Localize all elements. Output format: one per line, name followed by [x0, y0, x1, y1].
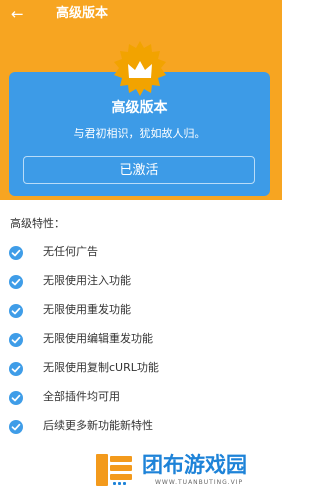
feature-item: 无限使用编辑重发功能 [0, 325, 282, 354]
page-title: 高级版本 [56, 6, 109, 21]
premium-card-subtitle: 与君初相识，犹如故人归。 [73, 127, 206, 140]
check-circle-icon [9, 420, 23, 434]
feature-label: 无限使用注入功能 [43, 274, 131, 287]
activated-button[interactable]: 已激活 [23, 156, 255, 184]
feature-label: 无限使用复制cURL功能 [43, 361, 159, 374]
features-list: 无任何广告 无限使用注入功能 无限使用重发功能 无限使用编辑重发功能 无限使用复… [0, 238, 282, 441]
feature-item: 无任何广告 [0, 238, 282, 267]
check-circle-icon [9, 304, 23, 318]
feature-item: 无限使用重发功能 [0, 296, 282, 325]
back-arrow-icon[interactable]: ← [11, 5, 24, 23]
check-circle-icon [9, 391, 23, 405]
feature-label: 无限使用重发功能 [43, 303, 131, 316]
feature-label: 无限使用编辑重发功能 [43, 332, 153, 345]
watermark-brand-text: 团布游戏园 [142, 453, 247, 477]
watermark-logo: 团布游戏园 WWW.TUANBUTING.VIP [95, 446, 267, 494]
watermark-mark-icon [96, 454, 132, 486]
features-title: 高级特性： [10, 217, 65, 230]
feature-label: 全部插件均可用 [43, 390, 120, 403]
feature-item: 全部插件均可用 [0, 383, 282, 412]
crown-badge-icon [114, 41, 166, 96]
feature-item: 后续更多新功能新特性 [0, 412, 282, 441]
feature-label: 无任何广告 [43, 245, 98, 258]
check-circle-icon [9, 333, 23, 347]
app-header: ← 高级版本 [0, 0, 282, 28]
feature-item: 无限使用复制cURL功能 [0, 354, 282, 383]
watermark-site-text: WWW.TUANBUTING.VIP [155, 479, 244, 486]
check-circle-icon [9, 246, 23, 260]
feature-label: 后续更多新功能新特性 [43, 419, 153, 432]
feature-item: 无限使用注入功能 [0, 267, 282, 296]
check-circle-icon [9, 362, 23, 376]
check-circle-icon [9, 275, 23, 289]
premium-card-title: 高级版本 [111, 100, 168, 116]
